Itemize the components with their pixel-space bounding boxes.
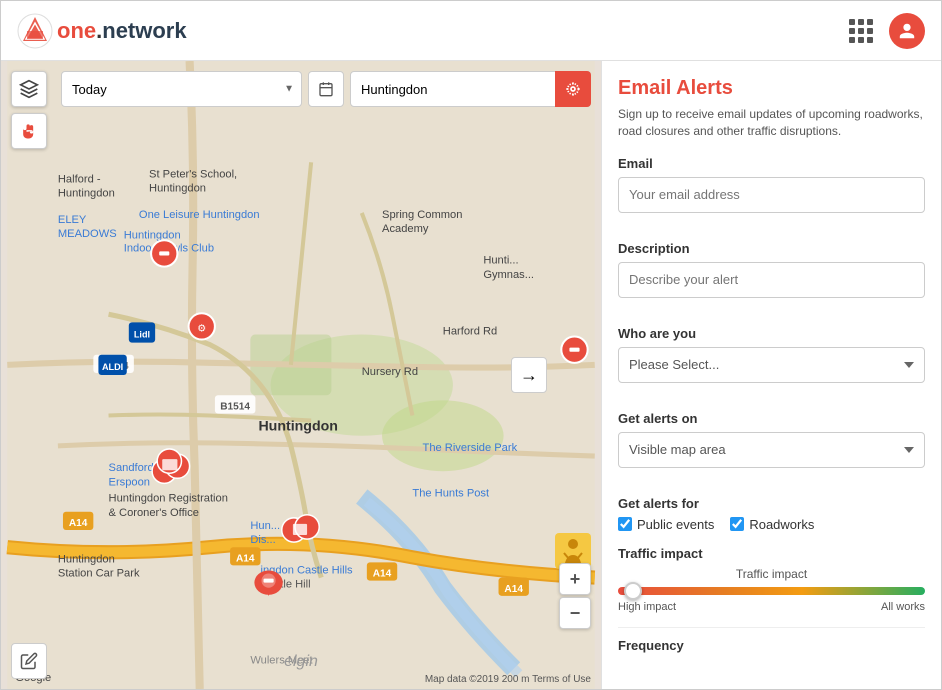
map-attribution: Map data ©2019 200 m Terms of Use bbox=[425, 674, 591, 685]
who-field-group: Who are you Please Select... Member of P… bbox=[618, 326, 925, 397]
svg-text:A14: A14 bbox=[504, 584, 523, 595]
svg-text:Huntingdon Registration: Huntingdon Registration bbox=[109, 493, 228, 505]
divider bbox=[618, 627, 925, 628]
location-filter[interactable] bbox=[350, 71, 591, 107]
svg-text:Huntingdon: Huntingdon bbox=[149, 183, 206, 195]
grid-menu-icon[interactable] bbox=[849, 19, 873, 43]
logo-icon bbox=[17, 13, 53, 49]
svg-text:Spring Common: Spring Common bbox=[382, 209, 462, 221]
traffic-bar bbox=[618, 587, 925, 595]
svg-text:& Coroner's Office: & Coroner's Office bbox=[109, 507, 199, 519]
traffic-high-label: High impact bbox=[618, 601, 676, 613]
traffic-center-label: Traffic impact bbox=[736, 567, 807, 581]
svg-text:Lidl: Lidl bbox=[134, 330, 150, 340]
svg-text:Dis...: Dis... bbox=[250, 534, 275, 546]
traffic-all-label: All works bbox=[881, 601, 925, 613]
roadworks-checkbox[interactable]: Roadworks bbox=[730, 517, 814, 532]
app-header: one.network bbox=[1, 1, 941, 61]
date-filter[interactable]: Today ▼ bbox=[61, 71, 302, 107]
public-events-checkbox[interactable]: Public events bbox=[618, 517, 714, 532]
description-field-group: Description bbox=[618, 241, 925, 312]
svg-text:Hunti...: Hunti... bbox=[483, 255, 518, 267]
roadworks-input[interactable] bbox=[730, 517, 744, 531]
svg-text:Hun...: Hun... bbox=[250, 520, 280, 532]
header-actions bbox=[849, 13, 925, 49]
svg-text:Huntingdon: Huntingdon bbox=[124, 229, 181, 241]
svg-text:Erspoon: Erspoon bbox=[109, 476, 150, 488]
traffic-label-row: Traffic impact bbox=[618, 567, 925, 581]
alerts-on-select[interactable]: Visible map area Custom area bbox=[618, 432, 925, 468]
logo: one.network bbox=[17, 13, 187, 49]
user-avatar-button[interactable] bbox=[889, 13, 925, 49]
zoom-in-button[interactable]: + bbox=[559, 563, 591, 595]
svg-text:Huntingdon: Huntingdon bbox=[58, 188, 115, 200]
svg-text:One Leisure Huntingdon: One Leisure Huntingdon bbox=[139, 209, 260, 221]
description-input[interactable] bbox=[618, 262, 925, 298]
svg-text:A14: A14 bbox=[69, 518, 88, 529]
svg-text:⚙: ⚙ bbox=[197, 323, 206, 334]
svg-text:Academy: Academy bbox=[382, 223, 429, 235]
traffic-impact-title: Traffic impact bbox=[618, 546, 925, 561]
traffic-range-labels: High impact All works bbox=[618, 601, 925, 613]
right-panel: Email Alerts Sign up to receive email up… bbox=[601, 61, 941, 689]
elgin-logo: elgin bbox=[284, 653, 318, 671]
logo-text: one.network bbox=[57, 18, 187, 44]
svg-text:St Peter's School,: St Peter's School, bbox=[149, 168, 237, 180]
svg-text:Harford Rd: Harford Rd bbox=[443, 325, 497, 337]
alerts-for-checkboxes: Public events Roadworks bbox=[618, 517, 925, 532]
public-events-label: Public events bbox=[637, 517, 714, 532]
svg-text:Huntingdon: Huntingdon bbox=[258, 419, 338, 435]
hand-tool-button[interactable] bbox=[11, 113, 47, 149]
layers-button[interactable] bbox=[11, 71, 47, 107]
frequency-label: Frequency bbox=[618, 638, 925, 653]
alerts-for-field-group: Get alerts for Public events Roadworks bbox=[618, 496, 925, 532]
zoom-controls: + − bbox=[559, 563, 591, 629]
traffic-slider-container bbox=[618, 587, 925, 595]
roadworks-label: Roadworks bbox=[749, 517, 814, 532]
who-select[interactable]: Please Select... Member of Public Local … bbox=[618, 347, 925, 383]
svg-text:The Hunts Post: The Hunts Post bbox=[412, 488, 490, 500]
who-label: Who are you bbox=[618, 326, 925, 341]
svg-text:ELEY: ELEY bbox=[58, 214, 87, 226]
public-events-input[interactable] bbox=[618, 517, 632, 531]
alerts-on-field-group: Get alerts on Visible map area Custom ar… bbox=[618, 411, 925, 482]
svg-text:Station Car Park: Station Car Park bbox=[58, 568, 140, 580]
alerts-on-label: Get alerts on bbox=[618, 411, 925, 426]
svg-text:Halford -: Halford - bbox=[58, 174, 101, 186]
locate-button[interactable] bbox=[555, 71, 591, 107]
email-field-group: Email bbox=[618, 156, 925, 227]
panel-subtitle: Sign up to receive email updates of upco… bbox=[618, 106, 925, 140]
svg-text:MEADOWS: MEADOWS bbox=[58, 228, 117, 240]
expand-panel-button[interactable]: → bbox=[511, 357, 547, 393]
zoom-out-button[interactable]: − bbox=[559, 597, 591, 629]
svg-text:ALDI: ALDI bbox=[102, 362, 123, 372]
map-controls: Today ▼ bbox=[61, 71, 591, 107]
panel-scroll-area[interactable]: Email Alerts Sign up to receive email up… bbox=[602, 61, 941, 689]
svg-text:The Riverside Park: The Riverside Park bbox=[423, 442, 518, 454]
svg-text:Huntingdon: Huntingdon bbox=[58, 553, 115, 565]
main-content: B1514 B1514 A14 A14 A14 A14 Halford - Hu… bbox=[1, 61, 941, 689]
draw-button[interactable] bbox=[11, 643, 47, 679]
svg-text:Nursery Rd: Nursery Rd bbox=[362, 366, 418, 378]
calendar-button[interactable] bbox=[308, 71, 344, 107]
svg-text:B1514: B1514 bbox=[220, 401, 250, 412]
svg-text:A14: A14 bbox=[236, 553, 255, 564]
email-label: Email bbox=[618, 156, 925, 171]
traffic-slider-thumb[interactable] bbox=[624, 582, 642, 600]
traffic-impact-section: Traffic impact Traffic impact High impac… bbox=[618, 546, 925, 613]
email-input[interactable] bbox=[618, 177, 925, 213]
description-label: Description bbox=[618, 241, 925, 256]
svg-text:A14: A14 bbox=[373, 569, 392, 580]
map-toolbar bbox=[11, 71, 47, 149]
map-area[interactable]: B1514 B1514 A14 A14 A14 A14 Halford - Hu… bbox=[1, 61, 601, 689]
svg-text:Gymnas...: Gymnas... bbox=[483, 269, 534, 281]
date-select[interactable]: Today bbox=[61, 71, 302, 107]
panel-title: Email Alerts bbox=[618, 77, 925, 100]
alerts-for-label: Get alerts for bbox=[618, 496, 925, 511]
